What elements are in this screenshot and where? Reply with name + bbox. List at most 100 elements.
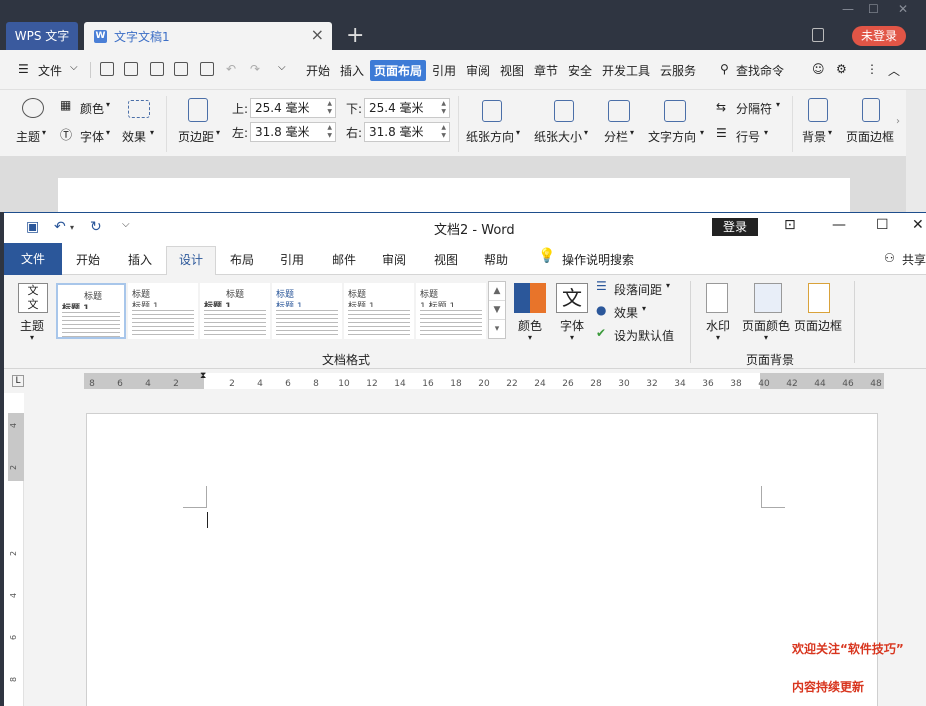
word-set-default-button[interactable]: 设为默认值	[614, 327, 674, 344]
window-layout-icon[interactable]	[812, 28, 824, 42]
orientation-icon[interactable]	[482, 100, 502, 122]
page-border-icon[interactable]	[862, 98, 880, 122]
wps-paper-size-button[interactable]: 纸张大小	[534, 128, 582, 145]
wps-background-button[interactable]: 背景	[802, 128, 826, 145]
word-document-page[interactable]	[86, 413, 878, 706]
wps-menu-view[interactable]: 视图	[500, 62, 524, 79]
word-login-button[interactable]: 登录	[712, 218, 758, 236]
word-horizontal-ruler[interactable]: L 8 6 4 2 ⧗ 2 4 6 8 10 12 14 16 18 20 22…	[4, 369, 926, 393]
feedback-icon[interactable]: ☺	[812, 62, 825, 76]
word-colors-button[interactable]: 颜色	[518, 317, 542, 334]
minimize-icon[interactable]: —	[832, 217, 846, 233]
wps-bottom-margin-field[interactable]: 25.4 毫米 ▲ ▼	[364, 98, 450, 118]
fonts-icon[interactable]: 文	[556, 283, 588, 313]
wps-app-tab[interactable]: WPS 文字	[6, 22, 78, 50]
word-tab-layout[interactable]: 布局	[230, 251, 254, 268]
word-tab-mailings[interactable]: 邮件	[332, 251, 356, 268]
new-tab-icon[interactable]: +	[346, 22, 364, 50]
maximize-icon[interactable]: ☐	[876, 217, 889, 233]
more-icon[interactable]: ⋮	[866, 62, 878, 76]
word-page-borders-button[interactable]: 页面边框	[794, 317, 842, 334]
wps-page-border-button[interactable]: 页面边框	[846, 128, 894, 145]
close-window-icon[interactable]: ✕	[912, 217, 924, 233]
word-tab-help[interactable]: 帮助	[484, 251, 508, 268]
margins-icon[interactable]	[188, 98, 208, 122]
style-thumb[interactable]: 标题 标题 1	[56, 283, 126, 339]
page-color-icon[interactable]	[754, 283, 782, 313]
print-icon[interactable]	[174, 62, 188, 76]
text-direction-icon[interactable]	[664, 100, 686, 122]
wps-menu-file[interactable]: 文件	[38, 62, 62, 79]
word-tab-insert[interactable]: 插入	[128, 251, 152, 268]
wps-login-button[interactable]: 未登录	[852, 26, 906, 46]
maximize-icon[interactable]: ☐	[868, 2, 879, 16]
wps-top-margin-field[interactable]: 25.4 毫米 ▲ ▼	[250, 98, 336, 118]
word-vertical-ruler[interactable]: 4 2 2 4 6 8	[8, 413, 24, 706]
style-thumb[interactable]: 标题 标题 1	[344, 283, 414, 339]
style-gallery-scroll[interactable]: ▲ ▼ ▾	[488, 281, 506, 339]
wps-theme-button[interactable]: 主题	[16, 128, 40, 145]
wps-menu-references[interactable]: 引用	[432, 62, 456, 79]
close-window-icon[interactable]: ✕	[898, 2, 908, 16]
gallery-expand-icon[interactable]: ▾	[489, 320, 505, 339]
wps-color-button[interactable]: 颜色	[80, 100, 104, 117]
spinner-icon[interactable]: ▲ ▼	[441, 124, 446, 140]
effects-icon[interactable]	[128, 100, 150, 118]
open-folder-icon[interactable]	[100, 62, 114, 76]
customize-qat-icon[interactable]: ⌵	[122, 219, 130, 230]
word-fonts-button[interactable]: 字体	[560, 317, 584, 334]
wps-menu-cloud[interactable]: 云服务	[660, 62, 696, 79]
wps-menu-page-layout[interactable]: 页面布局	[370, 60, 427, 81]
spinner-icon[interactable]: ▲ ▼	[327, 100, 332, 116]
wps-menu-security[interactable]: 安全	[568, 62, 592, 79]
colors-swatch-icon[interactable]	[514, 283, 546, 313]
word-tab-home[interactable]: 开始	[76, 251, 100, 268]
word-paragraph-spacing-button[interactable]: 段落间距	[614, 281, 662, 298]
chevron-up-icon[interactable]: ▲	[489, 282, 505, 301]
chevron-down-icon[interactable]: ⌵	[70, 62, 78, 73]
chevron-down-icon[interactable]: ▼	[489, 301, 505, 320]
word-tab-references[interactable]: 引用	[280, 251, 304, 268]
word-watermark-button[interactable]: 水印	[706, 317, 730, 334]
wps-text-direction-button[interactable]: 文字方向	[648, 128, 696, 145]
print-preview-icon[interactable]	[200, 62, 214, 76]
word-page-color-button[interactable]: 页面颜色	[742, 317, 790, 334]
spinner-icon[interactable]: ▲ ▼	[441, 100, 446, 116]
wps-doc-tab[interactable]: W 文字文稿1 ×	[84, 22, 332, 50]
style-thumb[interactable]: 标题 标题 1	[272, 283, 342, 339]
chevron-down-icon[interactable]: ▾	[70, 223, 74, 232]
save-icon[interactable]	[124, 62, 138, 76]
background-icon[interactable]	[808, 98, 828, 122]
word-effects-button[interactable]: 效果	[614, 304, 638, 321]
minimize-icon[interactable]: —	[842, 2, 854, 16]
theme-icon[interactable]: 文文	[18, 283, 48, 313]
wps-search-command[interactable]: 查找命令	[736, 62, 784, 79]
word-tab-review[interactable]: 审阅	[382, 251, 406, 268]
wps-breaks-button[interactable]: 分隔符	[736, 100, 772, 117]
style-thumb[interactable]: 标题 标题 1	[128, 283, 198, 339]
redo-icon[interactable]: ↷	[250, 62, 260, 76]
indent-marker-icon[interactable]: ⧗	[200, 371, 206, 381]
wps-menu-insert[interactable]: 插入	[340, 62, 364, 79]
more-chevron-icon[interactable]: ⌵	[278, 62, 286, 73]
columns-icon[interactable]	[608, 100, 630, 122]
paper-size-icon[interactable]	[554, 100, 574, 122]
word-share-button[interactable]: 共享	[902, 251, 926, 268]
wps-right-margin-field[interactable]: 31.8 毫米 ▲ ▼	[364, 122, 450, 142]
wps-menu-section[interactable]: 章节	[534, 62, 558, 79]
gear-icon[interactable]: ⚙	[836, 62, 847, 76]
wps-orientation-button[interactable]: 纸张方向	[466, 128, 514, 145]
undo-icon[interactable]: ↶	[54, 219, 66, 235]
pdf-icon[interactable]	[150, 62, 164, 76]
style-thumb[interactable]: 标题 标题 1	[200, 283, 270, 339]
page-borders-icon[interactable]	[808, 283, 830, 313]
palette-icon[interactable]	[22, 98, 44, 118]
watermark-icon[interactable]	[706, 283, 728, 313]
style-thumb[interactable]: 标题 1 标题 1	[416, 283, 486, 339]
close-icon[interactable]: ×	[311, 25, 324, 44]
save-icon[interactable]: ▣	[26, 219, 39, 235]
wps-document-page[interactable]	[58, 178, 850, 212]
wps-vertical-scrollbar[interactable]	[906, 90, 926, 212]
wps-menu-developer[interactable]: 开发工具	[602, 62, 650, 79]
tab-selector-icon[interactable]: L	[12, 375, 24, 387]
